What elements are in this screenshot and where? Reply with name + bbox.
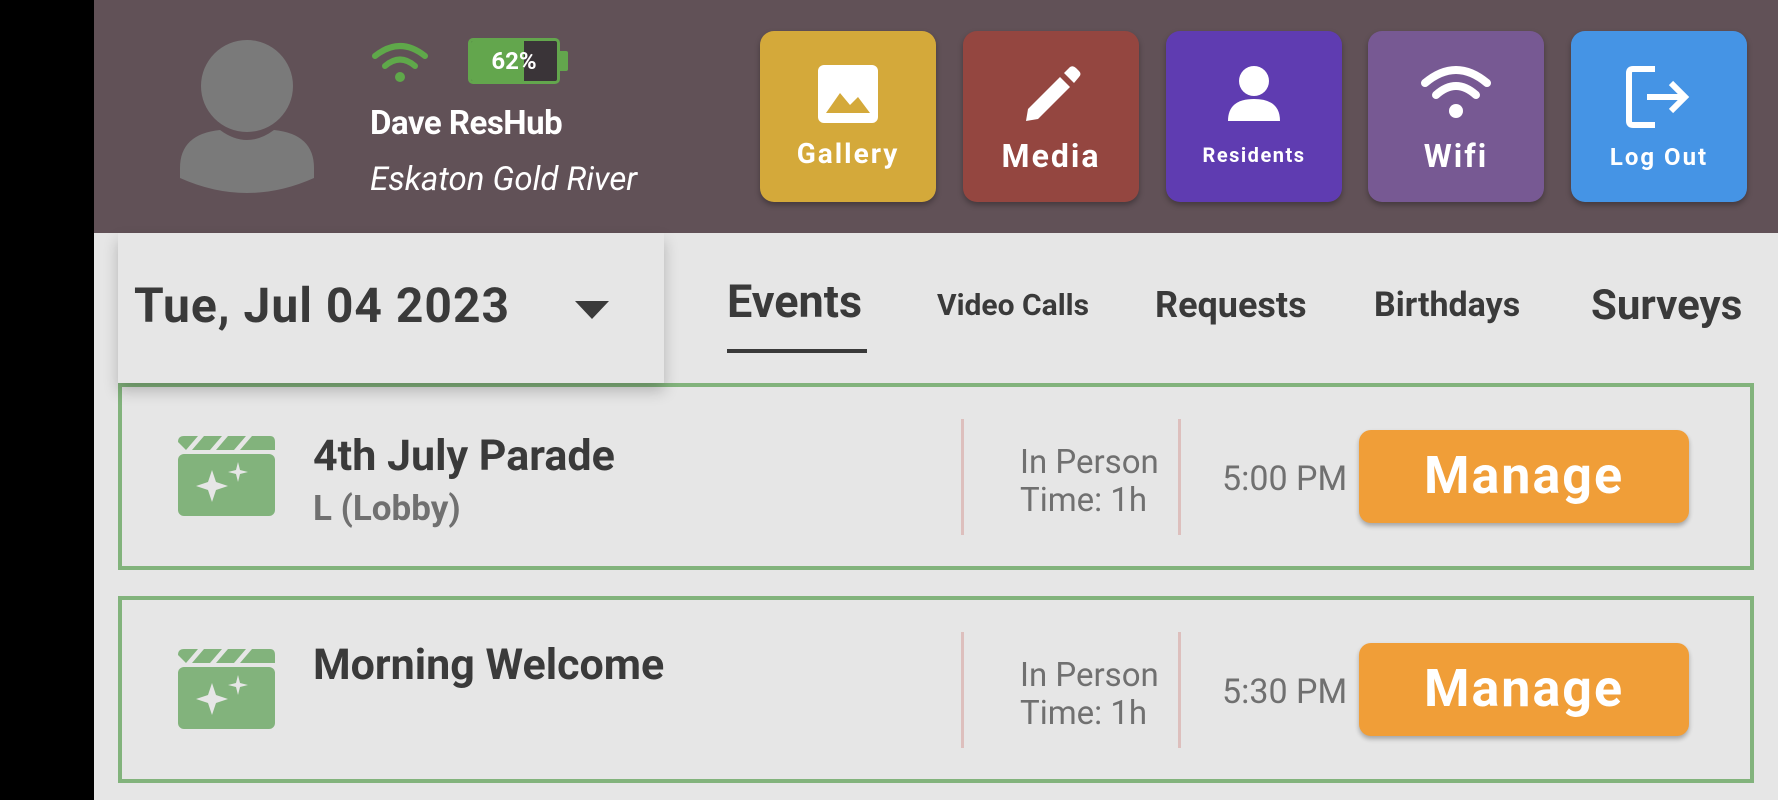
event-title: Morning Welcome: [313, 640, 665, 690]
battery-tip: [560, 51, 568, 71]
wifi-button-label: Wifi: [1423, 137, 1489, 175]
battery-body: 62%: [468, 38, 560, 84]
tab-active-indicator: [727, 349, 867, 353]
event-title: 4th July Parade: [313, 431, 615, 481]
gallery-button-label: Gallery: [796, 137, 900, 170]
event-location: L (Lobby): [313, 488, 461, 529]
tab-events[interactable]: Events: [727, 275, 862, 328]
logout-icon: [1626, 66, 1690, 128]
battery-percent: 62%: [491, 47, 537, 75]
pencil-icon: [1026, 66, 1081, 121]
tab-surveys[interactable]: Surveys: [1591, 281, 1742, 330]
event-time: 5:00 PM: [1222, 459, 1348, 499]
logout-button-label: Log Out: [1609, 143, 1709, 171]
residents-button[interactable]: Residents: [1166, 31, 1342, 202]
tab-requests[interactable]: Requests: [1155, 284, 1307, 326]
selected-date: Tue, Jul 04 2023: [134, 277, 511, 334]
event-type: In Person: [1020, 656, 1159, 695]
user-avatar-icon[interactable]: [180, 38, 314, 196]
event-card[interactable]: Morning Welcome In Person Time: 1h 5:30 …: [118, 596, 1754, 783]
logout-button[interactable]: Log Out: [1571, 31, 1747, 202]
event-clapper-sparkle-icon: [178, 649, 275, 729]
community-name: Eskaton Gold River: [370, 160, 638, 199]
event-duration: Time: 1h: [1020, 694, 1148, 733]
image-icon: [818, 65, 878, 123]
residents-button-label: Residents: [1202, 143, 1306, 167]
divider: [961, 419, 964, 535]
wifi-status-icon: [372, 43, 428, 82]
date-picker[interactable]: Tue, Jul 04 2023: [118, 233, 664, 383]
manage-button[interactable]: Manage: [1359, 643, 1689, 736]
battery-indicator: 62%: [468, 38, 568, 86]
event-card[interactable]: 4th July Parade L (Lobby) In Person Time…: [118, 383, 1754, 570]
user-name: Dave ResHub: [370, 104, 563, 143]
event-type: In Person: [1020, 443, 1159, 482]
chevron-down-icon: [575, 301, 609, 319]
app-screen: 62% Dave ResHub Eskaton Gold River Galle…: [94, 0, 1778, 800]
header-bar: 62% Dave ResHub Eskaton Gold River Galle…: [94, 0, 1778, 233]
tab-birthdays[interactable]: Birthdays: [1374, 285, 1520, 325]
media-button[interactable]: Media: [963, 31, 1139, 202]
wifi-icon: [1421, 66, 1491, 118]
divider: [1178, 632, 1181, 748]
gallery-button[interactable]: Gallery: [760, 31, 936, 202]
media-button-label: Media: [1001, 137, 1101, 175]
event-time: 5:30 PM: [1222, 672, 1348, 712]
manage-button[interactable]: Manage: [1359, 430, 1689, 523]
wifi-button[interactable]: Wifi: [1368, 31, 1544, 202]
event-duration: Time: 1h: [1020, 481, 1148, 520]
divider: [1178, 419, 1181, 535]
divider: [961, 632, 964, 748]
person-icon: [1228, 66, 1280, 121]
event-clapper-sparkle-icon: [178, 436, 275, 516]
tab-video-calls[interactable]: Video Calls: [937, 288, 1089, 323]
